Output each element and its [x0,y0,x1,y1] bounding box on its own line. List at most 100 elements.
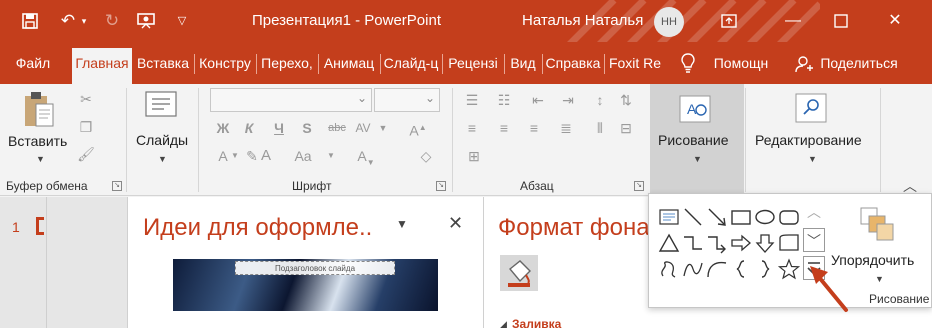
oval-icon[interactable] [753,206,777,228]
minimize-icon[interactable]: — [778,7,808,35]
gallery-scroll-up-icon[interactable]: ︿ [803,200,825,224]
underline-icon[interactable]: Ч [270,118,288,138]
arc-icon[interactable] [705,258,729,280]
gallery-more-icon[interactable] [803,256,825,280]
tab-slide-show[interactable]: Слайд-ц [382,48,440,84]
font-name-combo[interactable]: ⌄ [210,88,372,112]
font-color-icon[interactable]: A [258,146,274,166]
chevron-down-icon[interactable]: ▼ [230,146,240,166]
line-icon[interactable] [681,206,705,228]
bullets-icon[interactable]: ☰ [462,90,482,110]
slide-thumbnail-selected[interactable] [36,217,44,235]
arrow-line-icon[interactable] [705,206,729,228]
gallery-scroll-down-icon[interactable]: ﹀ [803,228,825,252]
align-center-icon[interactable]: ≡ [494,118,514,138]
align-left-icon[interactable]: ≡ [462,118,482,138]
drawing-button[interactable]: Рисование [658,132,729,148]
editing-dropdown-icon[interactable]: ▼ [808,154,817,164]
paste-dropdown-icon[interactable]: ▼ [36,154,45,164]
find-icon[interactable] [794,92,828,124]
right-arrow-icon[interactable] [729,232,753,254]
tab-file[interactable]: Файл [6,48,60,84]
slides-dropdown-icon[interactable]: ▼ [158,154,167,164]
convert-smartart-icon[interactable]: ⊞ [464,146,484,166]
freeform-icon[interactable] [657,258,681,280]
numbering-icon[interactable]: ☷ [494,90,514,110]
save-icon[interactable] [18,9,42,33]
line-spacing-icon[interactable]: ↕ [590,90,610,110]
undo-icon[interactable]: ↶ [56,9,80,33]
tab-insert[interactable]: Вставка [134,48,192,84]
flowchart-shape-icon[interactable] [777,232,801,254]
undo-dropdown-icon[interactable]: ▾ [78,9,90,33]
customize-toolbar-icon[interactable]: ▽ [170,9,194,33]
paste-icon[interactable] [22,90,56,130]
font-size-combo[interactable]: ⌄ [374,88,440,112]
strikethrough-icon[interactable]: abc [326,118,348,138]
tab-help[interactable]: Справка [544,48,602,84]
increase-font-icon[interactable]: A▲ [408,118,428,141]
copy-icon[interactable]: ❐ [76,117,96,137]
paste-button[interactable]: Вставить [8,133,67,149]
tab-design[interactable]: Констру [196,48,254,84]
text-direction-icon[interactable]: ⇅ [616,90,636,110]
char-spacing-icon[interactable]: AV [352,118,374,138]
arrange-button[interactable]: Упорядочить ▼ [831,200,931,288]
share-person-icon[interactable] [794,48,814,84]
align-right-icon[interactable]: ≡ [524,118,544,138]
curve-icon[interactable] [681,258,705,280]
left-brace-icon[interactable] [729,258,753,280]
justify-icon[interactable]: ≣ [556,118,576,138]
columns-icon[interactable]: ⫴ [590,118,610,138]
format-painter-icon[interactable]: 🖌 [76,144,96,164]
pane-options-icon[interactable]: ▼ [396,217,408,231]
down-arrow-icon[interactable] [753,232,777,254]
close-icon[interactable]: ✕ [880,7,910,35]
elbow-connector-icon[interactable] [681,232,705,254]
new-slide-icon[interactable] [144,90,180,120]
collapse-section-icon[interactable]: ◢ [500,319,507,328]
user-name[interactable]: Наталья Наталья [522,12,643,29]
redo-icon[interactable]: ↻ [100,9,124,33]
slides-button[interactable]: Слайды [136,132,188,148]
decrease-font-icon[interactable]: A▼ [356,146,376,173]
tab-animations[interactable]: Анимац [320,48,378,84]
design-idea-thumbnail[interactable]: Подзаголовок слайда [173,259,438,311]
rounded-rectangle-icon[interactable] [777,206,801,228]
close-icon[interactable]: ✕ [448,213,463,234]
presenter-view-icon[interactable] [134,9,158,33]
paragraph-launcher-icon[interactable]: ↘ [634,181,644,191]
clipboard-launcher-icon[interactable]: ↘ [112,181,122,191]
lightbulb-icon[interactable] [676,48,700,84]
ribbon-display-options-icon[interactable] [714,7,744,35]
shapes-icon[interactable]: A [678,94,714,124]
clear-formatting-icon[interactable]: ◇ [416,146,436,166]
star-icon[interactable] [777,258,801,280]
triangle-icon[interactable] [657,232,681,254]
align-text-icon[interactable]: ⊟ [616,118,636,138]
font-launcher-icon[interactable]: ↘ [436,181,446,191]
italic-icon[interactable]: К [240,118,258,138]
rectangle-icon[interactable] [729,206,753,228]
drawing-group[interactable]: A Рисование ▼ [650,84,744,194]
chevron-down-icon[interactable]: ▼ [376,118,390,138]
right-brace-icon[interactable] [753,258,777,280]
increase-indent-icon[interactable]: ⇥ [558,90,578,110]
editing-button[interactable]: Редактирование [755,132,862,148]
maximize-icon[interactable] [826,7,856,35]
slide-thumbnails-pane[interactable]: 1 [0,197,128,328]
share-button[interactable]: Поделиться [816,48,902,84]
avatar[interactable]: НН [654,7,684,37]
fill-bucket-icon[interactable] [500,255,538,291]
cut-icon[interactable]: ✂ [76,89,96,109]
chevron-down-icon[interactable]: ▼ [326,146,336,166]
tab-foxit[interactable]: Foxit Re [606,48,664,84]
text-box-icon[interactable] [657,206,681,228]
change-case-icon[interactable]: Aa [292,146,314,166]
tab-tell-me[interactable]: Помощн [706,48,776,84]
shadow-text-icon[interactable]: S [298,118,316,138]
bold-icon[interactable]: Ж [214,118,232,138]
decrease-indent-icon[interactable]: ⇤ [528,90,548,110]
tab-view[interactable]: Вид [506,48,540,84]
tab-transitions[interactable]: Перехо, [258,48,316,84]
